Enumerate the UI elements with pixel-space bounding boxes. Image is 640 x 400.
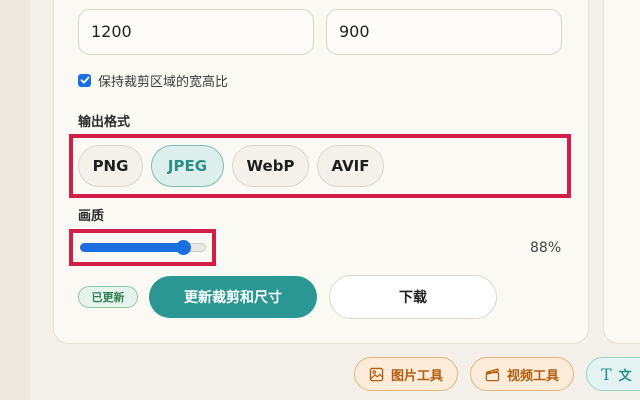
clapperboard-icon xyxy=(485,367,500,382)
video-tools-link[interactable]: 视频工具 xyxy=(470,357,575,391)
format-option-png[interactable]: PNG xyxy=(78,145,143,187)
quality-slider-fill xyxy=(80,243,184,252)
image-tools-label: 图片工具 xyxy=(391,368,444,384)
quality-value: 88% xyxy=(530,240,562,256)
keep-ratio-checkbox[interactable] xyxy=(78,73,91,87)
output-format-label: 输出格式 xyxy=(78,115,131,130)
left-background-strip xyxy=(0,0,30,400)
download-button[interactable]: 下载 xyxy=(329,275,497,319)
keep-ratio-label: 保持裁剪区域的宽高比 xyxy=(98,74,229,90)
status-badge: 已更新 xyxy=(78,286,138,308)
keep-ratio-row[interactable]: 保持裁剪区域的宽高比 xyxy=(78,69,228,91)
adjacent-panel xyxy=(603,0,640,344)
text-icon: T xyxy=(601,364,612,384)
quality-label: 画质 xyxy=(78,209,105,224)
text-tools-link[interactable]: T 文 xyxy=(586,357,640,391)
image-icon xyxy=(369,367,384,382)
quality-slider-thumb[interactable] xyxy=(175,240,191,255)
height-input[interactable]: 900 xyxy=(326,9,562,55)
update-crop-size-button[interactable]: 更新裁剪和尺寸 xyxy=(149,276,317,318)
format-option-jpeg[interactable]: JPEG xyxy=(151,145,224,187)
video-tools-label: 视频工具 xyxy=(507,368,560,384)
width-input[interactable]: 1200 xyxy=(78,9,314,55)
checkmark-icon xyxy=(80,76,89,84)
image-tools-link[interactable]: 图片工具 xyxy=(354,357,459,391)
format-option-avif[interactable]: AVIF xyxy=(317,145,384,187)
format-option-webp[interactable]: WebP xyxy=(232,145,309,187)
text-tools-label: 文 xyxy=(618,368,632,384)
